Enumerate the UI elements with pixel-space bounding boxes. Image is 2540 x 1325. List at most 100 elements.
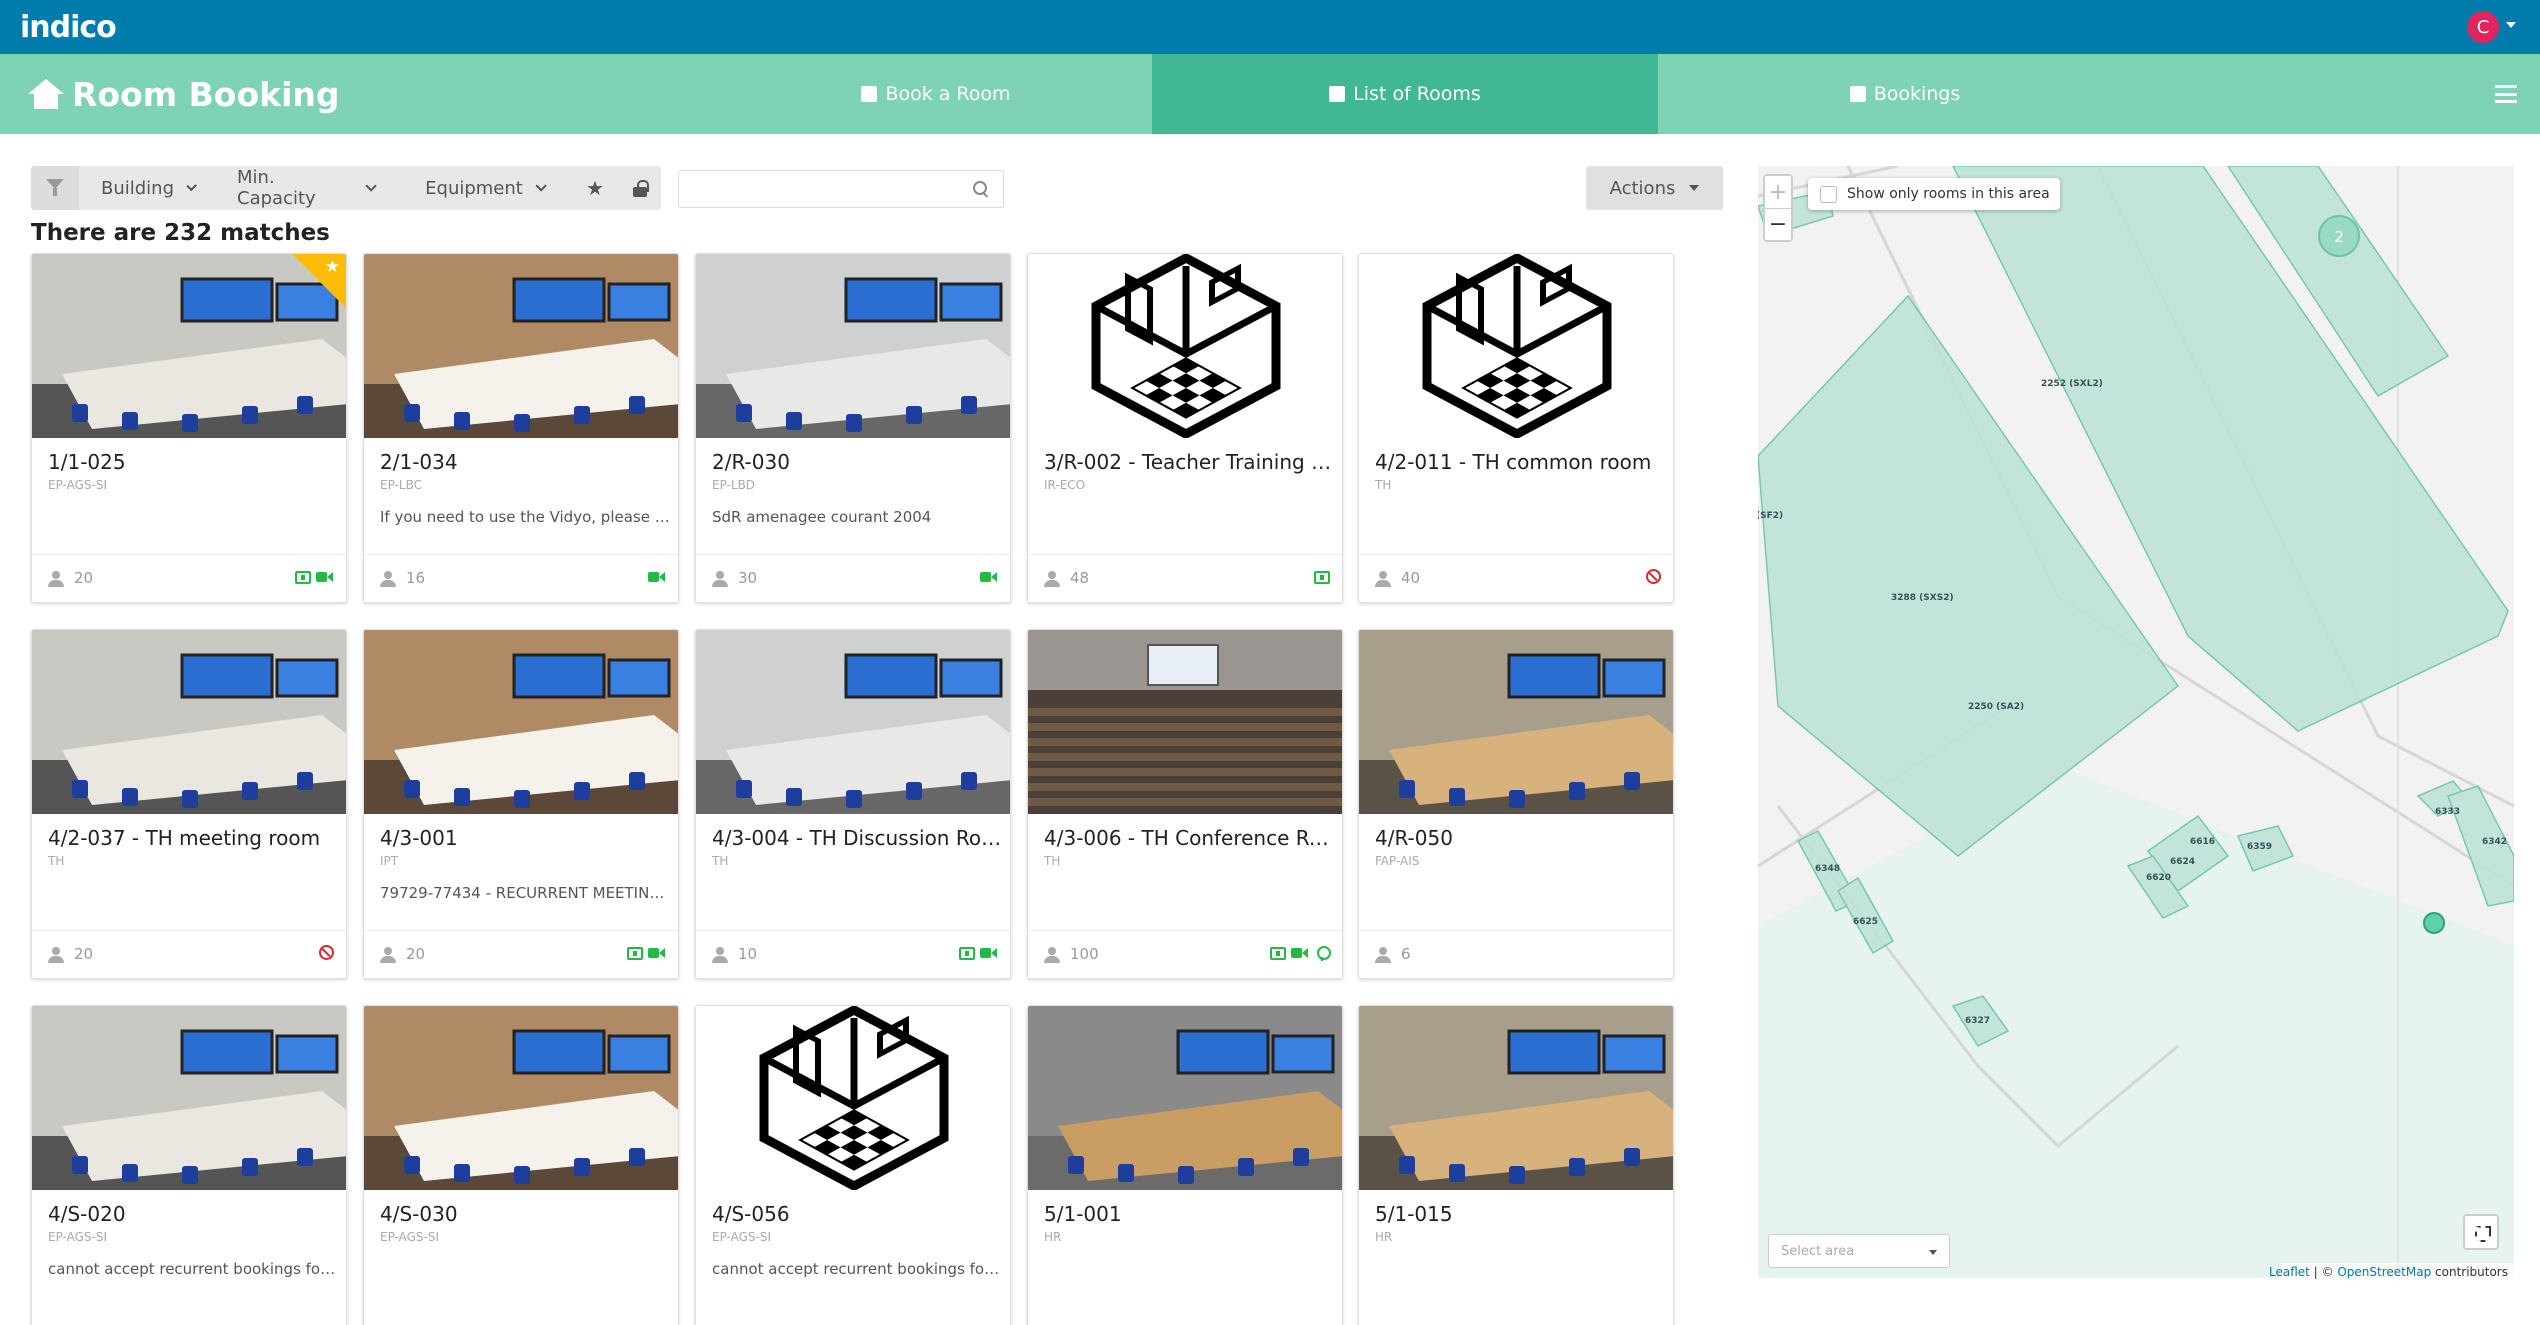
room-owner: TH [712,854,729,868]
only-rooms-in-area-toggle[interactable]: Show only rooms in this area [1808,178,2060,210]
room-name[interactable]: 4/3-004 - TH Discussion Room [712,826,1002,850]
map-tiles[interactable]: 2252 (SXL2) (SF2) 3288 (SXS2) 2250 (SA2)… [1758,166,2514,1278]
map-label: 6359 [2247,842,2272,852]
room-card[interactable]: 4/S-020 EP-AGS-SI cannot accept recurrent … [31,1005,347,1325]
equipment-filter-dropdown[interactable]: Equipment [395,166,573,210]
room-photo[interactable] [1359,630,1673,814]
room-equipment [1646,569,1661,584]
room-name[interactable]: 1/1-025 [48,450,338,474]
room-card[interactable]: 3/R-002 - Teacher Training R... IR-ECO 48 [1027,253,1343,603]
select-area-dropdown[interactable]: Select area [1768,1234,1950,1268]
page-title: Room Booking [72,74,340,114]
user-avatar[interactable]: C [2467,11,2499,43]
room-card-footer: 48 [1028,554,1342,602]
map-label: 3288 (SXS2) [1891,593,1954,603]
indico-logo[interactable]: indico [20,8,117,46]
room-card[interactable]: 2/1-034 EP-LBC If you need to use the Vidy… [363,253,679,603]
room-card-footer: 10 [696,930,1010,978]
room-placeholder-image[interactable] [1028,254,1342,438]
room-card[interactable]: 4/S-030 EP-AGS-SI [363,1005,679,1325]
room-owner: EP-AGS-SI [712,1230,772,1244]
user-icon [1375,571,1391,587]
room-name[interactable]: 5/1-015 [1375,1202,1665,1226]
map-zoom-control: + − [1763,174,1793,242]
room-name[interactable]: 3/R-002 - Teacher Training R... [1044,450,1334,474]
room-name[interactable]: 4/2-011 - TH common room [1375,450,1665,474]
openstreetmap-link[interactable]: OpenStreetMap [2337,1265,2431,1279]
room-booking-home-link[interactable]: Room Booking [28,54,340,134]
room-photo[interactable] [1028,1006,1342,1190]
room-name[interactable]: 5/1-001 [1044,1202,1334,1226]
webcast-icon [627,947,643,960]
room-name[interactable]: 4/3-006 - TH Conference Room [1044,826,1334,850]
room-photo[interactable] [696,254,1010,438]
attribution-text: contributors [2431,1264,2508,1279]
room-card[interactable]: 2/R-030 EP-LBD SdR amenagee courant 2004 30 [695,253,1011,603]
room-card[interactable]: 4/2-037 - TH meeting room TH 20 [31,629,347,979]
room-card-footer: 30 [696,554,1010,602]
room-equipment [295,569,334,585]
room-card[interactable]: 5/1-015 HR [1358,1005,1674,1325]
unlocked-filter-button[interactable] [617,166,661,210]
room-photo[interactable] [364,1006,678,1190]
room-photo[interactable] [1028,630,1342,814]
tab-list-of-rooms[interactable]: List of Rooms [1152,54,1658,134]
zoom-in-button[interactable]: + [1765,176,1791,208]
room-name[interactable]: 4/3-001 [380,826,670,850]
room-name[interactable]: 4/R-050 [1375,826,1665,850]
room-card[interactable]: 4/2-011 - TH common room TH 40 [1358,253,1674,603]
room-equipment [959,945,998,961]
capacity-filter-dropdown[interactable]: Min. Capacity [215,166,395,210]
room-capacity: 10 [738,945,758,963]
map-fullscreen-button[interactable] [2463,1214,2499,1250]
room-name[interactable]: 4/S-056 [712,1202,1002,1226]
room-photo[interactable] [696,630,1010,814]
building-filter-dropdown[interactable]: Building [79,166,215,210]
room-card[interactable]: 4/R-050 FAP-AIS 6 [1358,629,1674,979]
room-name[interactable]: 2/1-034 [380,450,670,474]
leaflet-link[interactable]: Leaflet [2269,1265,2310,1279]
chevron-down-icon[interactable] [2506,22,2516,28]
chevron-down-icon [186,180,197,192]
user-icon [712,571,728,587]
room-name[interactable]: 4/S-020 [48,1202,338,1226]
room-map[interactable]: 2252 (SXL2) (SF2) 3288 (SXS2) 2250 (SA2)… [1758,166,2514,1278]
map-room-marker[interactable] [2423,912,2445,934]
tab-bookings[interactable]: Bookings [1658,54,2152,134]
room-card[interactable]: 4/S-056 EP-AGS-SI cannot accept recurrent … [695,1005,1011,1325]
only-rooms-checkbox[interactable] [1820,185,1837,203]
room-card[interactable]: ★ 1/1-025 EP-AGS-SI 20 [31,253,347,603]
cluster-count: 2 [2334,228,2344,246]
tab-label: Bookings [1873,83,1961,105]
room-photo[interactable] [32,1006,346,1190]
room-placeholder-image[interactable] [696,1006,1010,1190]
room-placeholder-image[interactable] [1359,254,1673,438]
hamburger-menu-icon[interactable] [2495,85,2517,103]
room-photo[interactable] [364,254,678,438]
room-name[interactable]: 4/2-037 - TH meeting room [48,826,338,850]
top-bar: indico C [0,0,2540,54]
tab-book-a-room[interactable]: Book a Room [720,54,1152,134]
room-name[interactable]: 2/R-030 [712,450,1002,474]
actions-dropdown[interactable]: Actions [1586,166,1723,210]
search-icon[interactable] [973,181,989,197]
webcast-icon [959,947,975,960]
room-owner: HR [1044,1230,1062,1244]
room-capacity: 48 [1070,569,1090,587]
favorites-filter-button[interactable]: ★ [573,166,617,210]
room-photo[interactable] [1359,1006,1673,1190]
webcast-icon [295,571,311,584]
room-card[interactable]: 4/3-006 - TH Conference Room TH 100 [1027,629,1343,979]
room-card[interactable]: 4/3-001 IPT 79729-77434 - RECURRENT MEETIN… [363,629,679,979]
zoom-out-button[interactable]: − [1765,208,1791,240]
room-photo[interactable] [32,630,346,814]
filter-toggle-button[interactable] [31,166,79,210]
user-icon [1044,571,1060,587]
room-owner: TH [1044,854,1061,868]
room-card[interactable]: 5/1-001 HR [1027,1005,1343,1325]
room-card[interactable]: 4/3-004 - TH Discussion Room TH 10 [695,629,1011,979]
room-search-input[interactable] [679,171,969,207]
room-name[interactable]: 4/S-030 [380,1202,670,1226]
room-photo[interactable] [364,630,678,814]
map-label: 6620 [2146,873,2171,883]
